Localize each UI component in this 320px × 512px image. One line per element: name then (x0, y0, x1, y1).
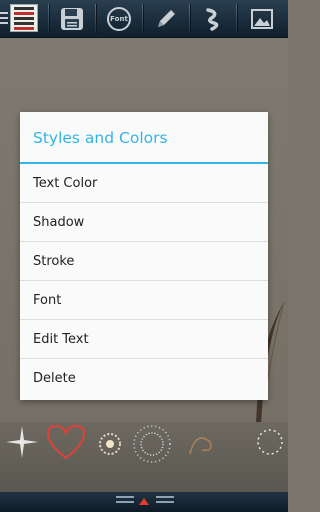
top-toolbar: Font (0, 0, 288, 38)
color-button[interactable] (190, 0, 236, 38)
effects-strip (0, 422, 288, 494)
thumbnail-image (10, 3, 38, 32)
spark-effect-icon[interactable] (257, 429, 283, 455)
left-handle-icon[interactable] (116, 496, 134, 506)
thumbnail-button[interactable] (0, 0, 48, 38)
dialog-title: Styles and Colors (20, 112, 268, 164)
save-button[interactable] (49, 0, 95, 38)
heart-effect-icon[interactable] (46, 424, 86, 460)
fireworks-effect-icon[interactable] (133, 425, 171, 463)
swirl-effect-icon[interactable] (189, 437, 212, 455)
font-button[interactable]: Font (96, 0, 142, 38)
menu-item-stroke[interactable]: Stroke (20, 242, 268, 281)
font-icon-label: Font (110, 14, 128, 23)
pencil-icon (158, 9, 175, 27)
menu-item-delete[interactable]: Delete (20, 359, 268, 398)
pencil-button[interactable] (143, 0, 189, 38)
sparkle-effect-icon[interactable] (6, 426, 38, 458)
effects-row (6, 424, 283, 463)
burst-effect-icon[interactable] (99, 433, 121, 455)
image-icon (251, 8, 273, 29)
right-handle-icon[interactable] (156, 496, 174, 506)
image-button[interactable] (237, 0, 287, 38)
menu-item-text-color[interactable]: Text Color (20, 164, 268, 203)
bottom-bar (0, 492, 288, 512)
styles-dialog: Styles and Colors Text Color Shadow Stro… (20, 112, 268, 400)
menu-item-edit-text[interactable]: Edit Text (20, 320, 268, 359)
expand-arrow-icon[interactable] (138, 496, 150, 506)
color-icon (206, 7, 219, 31)
menu-icon[interactable] (0, 11, 8, 27)
save-icon (61, 7, 83, 30)
menu-item-shadow[interactable]: Shadow (20, 203, 268, 242)
menu-item-font[interactable]: Font (20, 281, 268, 320)
